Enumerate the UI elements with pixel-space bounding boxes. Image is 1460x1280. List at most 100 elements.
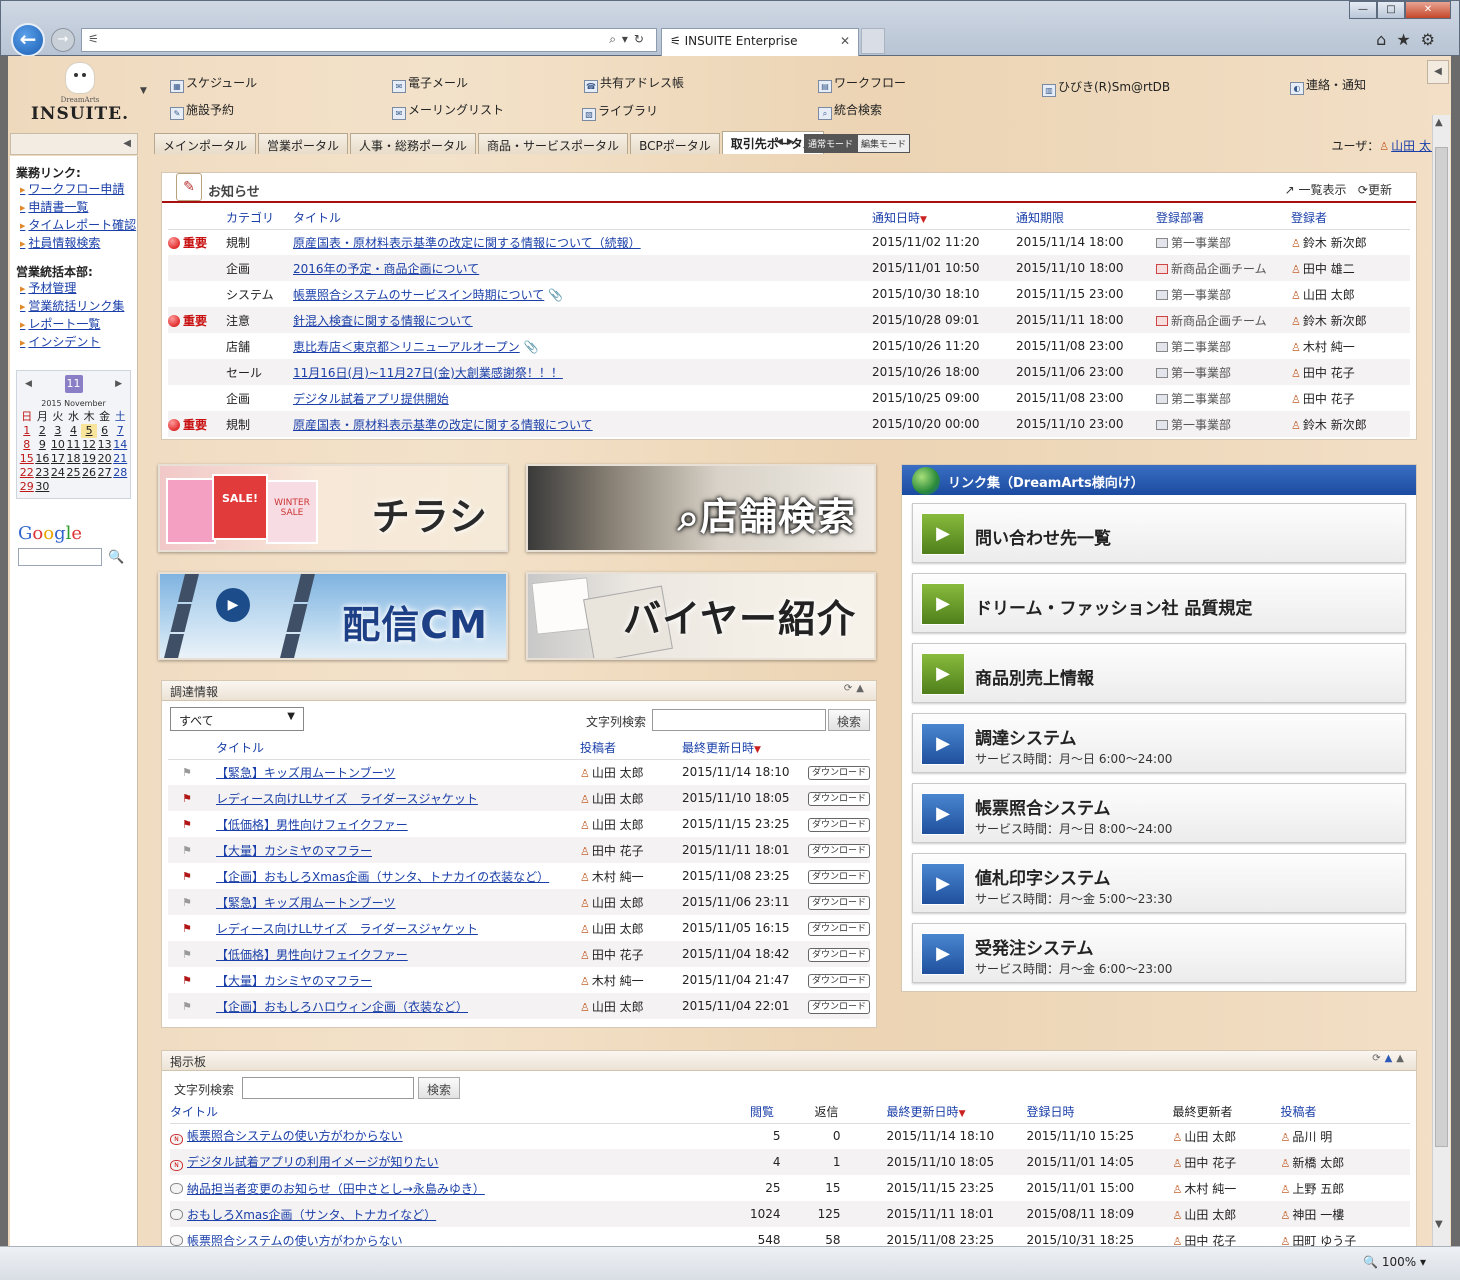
tab-scroll-arrows[interactable]: ◀▶	[776, 137, 798, 147]
procurement-title-link[interactable]: 【企画】おもしろXmas企画（サンタ、トナカイの衣装など）	[216, 870, 549, 884]
sidebar-item-timereport[interactable]: タイムレポート確認	[20, 217, 136, 235]
user-name[interactable]: 鈴木 新次郎	[1303, 314, 1367, 328]
calendar-day[interactable]: 29	[19, 480, 35, 494]
flag-icon[interactable]: ⚑	[182, 1000, 192, 1013]
procurement-title-link[interactable]: 【緊急】キッズ用ムートンブーツ	[216, 766, 395, 780]
calendar-day[interactable]: 26	[81, 466, 97, 480]
calendar-day[interactable]: 11	[66, 438, 82, 452]
download-button[interactable]: ダウンロード	[807, 974, 870, 988]
download-button[interactable]: ダウンロード	[807, 896, 870, 910]
sidebar-collapse-button[interactable]: ◀	[10, 133, 138, 155]
refresh-link[interactable]: 更新	[1368, 183, 1392, 197]
user-name[interactable]: 鈴木 新次郎	[1303, 236, 1367, 250]
sidebar-item-employee-search[interactable]: 社員情報検索	[20, 235, 131, 253]
user-name[interactable]: 山田 太郎	[592, 766, 644, 780]
zoom-control[interactable]: 🔍 100% ▾	[1363, 1255, 1426, 1269]
flag-icon[interactable]: ⚑	[182, 818, 192, 831]
menu-database[interactable]: ▥ ひびき(R)Sm@rtDB	[1042, 78, 1170, 97]
calendar-day[interactable]: 25	[66, 466, 82, 480]
board-title-link[interactable]: 納品担当者変更のお知らせ（田中さとし→永島みゆき）	[187, 1182, 485, 1196]
flag-icon[interactable]: ⚑	[182, 922, 192, 935]
user-name[interactable]: 山田 太郎	[1303, 288, 1355, 302]
user-name[interactable]: 田中 花子	[1303, 366, 1355, 380]
calendar-day[interactable]: 21	[112, 452, 128, 466]
collapse-icon[interactable]: ▲	[1396, 1053, 1408, 1064]
calendar-day[interactable]: 19	[81, 452, 97, 466]
notice-title-link[interactable]: 帳票照合システムのサービスイン時期について	[293, 288, 544, 302]
user-name[interactable]: 山田 太郎	[592, 1000, 644, 1014]
procurement-title-link[interactable]: レディース向けLLサイズ ライダースジャケット	[216, 922, 478, 936]
col-updated[interactable]: 最終更新日時▼	[886, 1101, 1027, 1124]
chevron-down-icon[interactable]: ▼	[140, 86, 147, 96]
flag-icon[interactable]: ⚑	[182, 870, 192, 883]
next-month-icon[interactable]: ▶	[115, 379, 122, 389]
gear-icon[interactable]: ⚙	[1421, 30, 1445, 49]
sidebar-item-applications[interactable]: 申請書一覧	[20, 199, 131, 217]
link-button[interactable]: ▶ 値札印字システム サービス時間：月〜金 5:00〜23:30	[912, 853, 1406, 913]
notice-title-link[interactable]: 2016年の予定・商品企画について	[293, 262, 479, 276]
link-button[interactable]: ▶ 帳票照合システム サービス時間：月〜日 8:00〜24:00	[912, 783, 1406, 843]
user-name[interactable]: 木村 純一	[592, 974, 644, 988]
minimize-button[interactable]: —	[1349, 1, 1377, 19]
refresh-icon[interactable]: ⟳	[1372, 1053, 1384, 1064]
user-name[interactable]: 神田 一樓	[1292, 1208, 1344, 1222]
address-bar[interactable]: ⚟ ⌕▾↻	[81, 28, 657, 52]
board-title-link[interactable]: おもしろXmas企画（サンタ、トナカイなど）	[187, 1208, 436, 1222]
sidebar-item-reports[interactable]: レポート一覧	[20, 316, 131, 334]
board-title-link[interactable]: 帳票照合システムの使い方がわからない	[187, 1234, 403, 1247]
tab-product-portal[interactable]: 商品・サービスポータル	[478, 133, 629, 154]
calendar-day[interactable]: 16	[35, 452, 51, 466]
sidebar-item-workflow[interactable]: ワークフロー申請	[20, 181, 131, 199]
board-title-link[interactable]: 帳票照合システムの使い方がわからない	[187, 1129, 403, 1143]
col-limit[interactable]: 通知期限	[1016, 207, 1156, 230]
procurement-title-link[interactable]: 【大量】カシミヤのマフラー	[216, 844, 372, 858]
flag-icon[interactable]: ⚑	[182, 766, 192, 779]
new-tab-button[interactable]	[861, 28, 885, 54]
user-name[interactable]: 鈴木 新次郎	[1303, 418, 1367, 432]
notice-title-link[interactable]: デジタル試着アプリ提供開始	[293, 392, 449, 406]
edit-mode-button[interactable]: 編集モード	[857, 134, 911, 153]
procurement-title-link[interactable]: 【低価格】男性向けフェイクファー	[216, 818, 408, 832]
banner-buyer[interactable]: バイヤー紹介	[526, 572, 876, 660]
banner-store-search[interactable]: ⌕店舗検索	[526, 464, 876, 552]
download-button[interactable]: ダウンロード	[807, 1000, 870, 1014]
menu-notice[interactable]: ◐ 連絡・通知	[1290, 76, 1366, 95]
board-search-input[interactable]	[242, 1077, 414, 1099]
col-views[interactable]: 閲覧	[750, 1101, 815, 1124]
user-name[interactable]: 田中 花子	[592, 844, 644, 858]
close-window-button[interactable]: ✕	[1405, 1, 1451, 19]
user-name[interactable]: 品川 明	[1292, 1130, 1332, 1144]
board-search-button[interactable]: 検索	[418, 1077, 461, 1099]
notice-title-link[interactable]: 恵比寿店＜東京都＞リニューアルオープン	[293, 340, 520, 354]
collapse-icon[interactable]: ▲	[856, 683, 868, 694]
tab-main-portal[interactable]: メインポータル	[154, 133, 257, 154]
sidebar-item-sales-links[interactable]: 営業統括リンク集	[20, 298, 131, 316]
flag-icon[interactable]: ⚑	[182, 948, 192, 961]
col-updated[interactable]: 最終更新日時▼	[681, 737, 808, 760]
flag-icon[interactable]: ⚑	[182, 844, 192, 857]
back-button[interactable]: ←	[11, 23, 45, 57]
download-button[interactable]: ダウンロード	[807, 844, 870, 858]
user-name[interactable]: 山田 太郎	[1184, 1208, 1236, 1222]
link-button[interactable]: ▶ 受発注システム サービス時間：月〜金 6:00〜23:00	[912, 923, 1406, 983]
menu-library[interactable]: ▧ ライブラリ	[582, 102, 658, 121]
banner-chirashi[interactable]: SALE! WINTER SALE チラシ	[158, 464, 508, 552]
procurement-title-link[interactable]: 【低価格】男性向けフェイクファー	[216, 948, 408, 962]
menu-addressbook[interactable]: ☎ 共有アドレス帳	[584, 74, 684, 93]
notice-title-link[interactable]: 針混入検査に関する情報について	[293, 314, 473, 328]
calendar-day[interactable]: 28	[112, 466, 128, 480]
link-button[interactable]: ▶ ドリーム・ファッション社 品質規定	[912, 573, 1406, 633]
close-tab-icon[interactable]: ✕	[840, 34, 850, 48]
prev-month-icon[interactable]: ◀	[25, 379, 32, 389]
user-name[interactable]: 木村 純一	[592, 870, 644, 884]
board-title-link[interactable]: デジタル試着アプリの利用イメージが知りたい	[187, 1155, 439, 1169]
calendar-day[interactable]: 1	[19, 424, 35, 438]
procurement-title-link[interactable]: 【企画】おもしろハロウィン企画（衣装など）	[216, 1000, 468, 1014]
user-name[interactable]: 田中 花子	[592, 948, 644, 962]
download-button[interactable]: ダウンロード	[807, 870, 870, 884]
notice-title-link[interactable]: 11月16日(月)~11月27日(金)大創業感謝祭！！！	[293, 366, 563, 380]
menu-schedule[interactable]: ▦ スケジュール	[170, 74, 257, 93]
calendar-day[interactable]: 23	[35, 466, 51, 480]
tab-hr-portal[interactable]: 人事・総務ポータル	[350, 133, 477, 154]
calendar-day[interactable]: 17	[50, 452, 66, 466]
